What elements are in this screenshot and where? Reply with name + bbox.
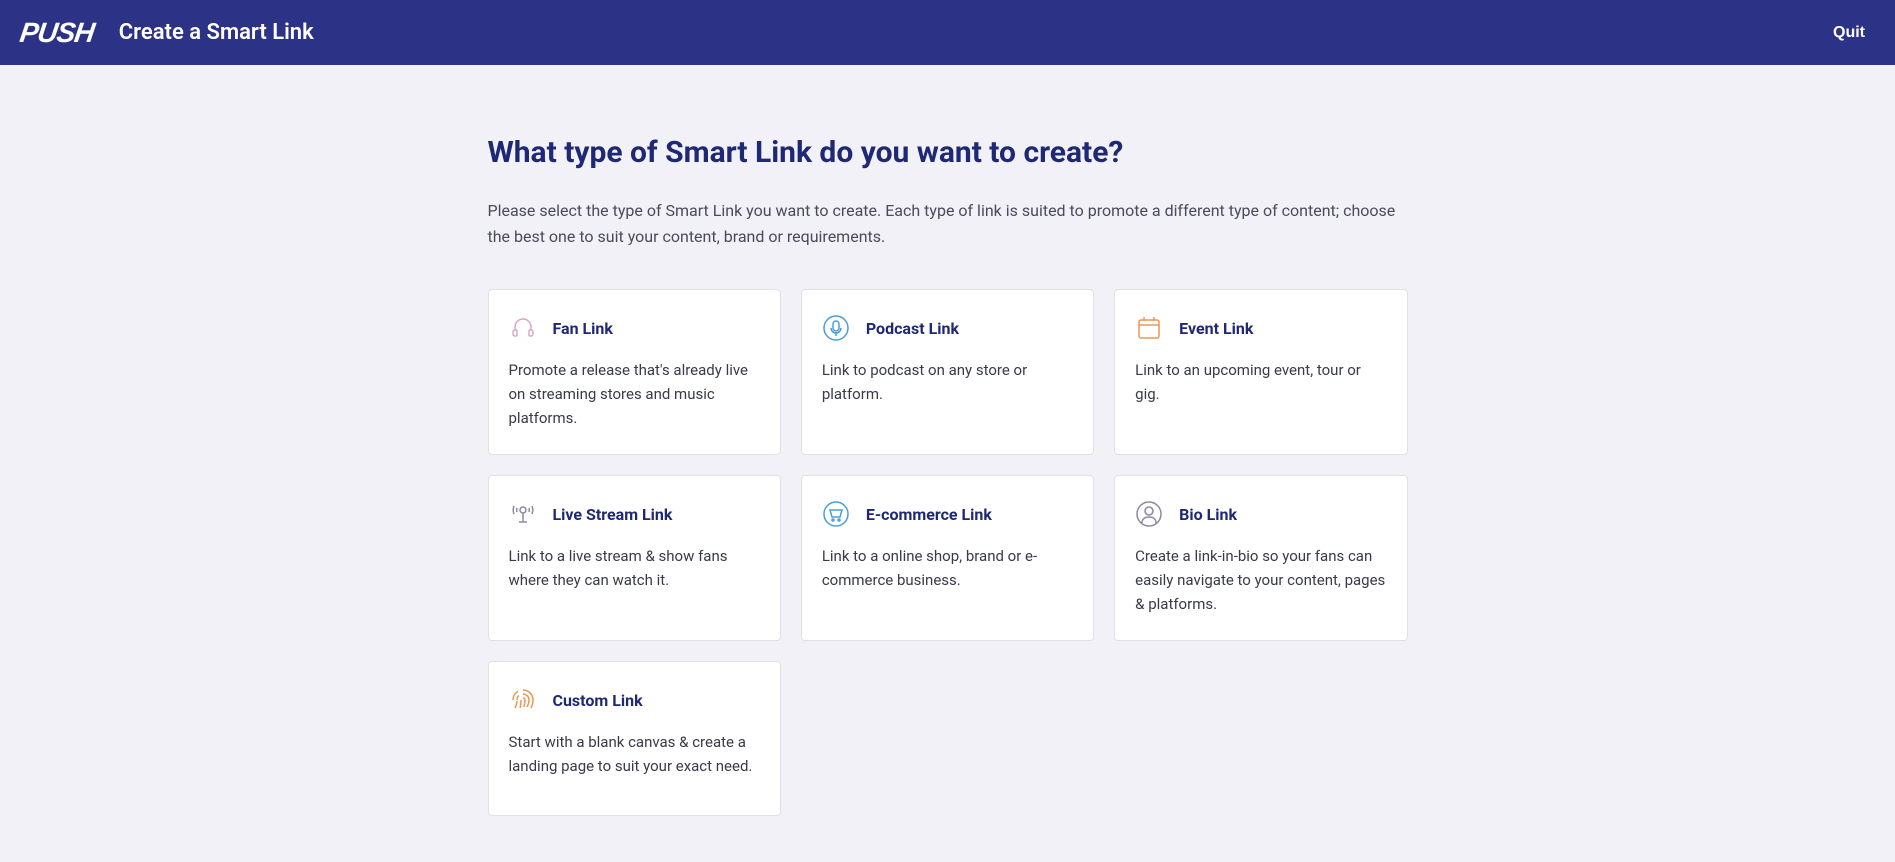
- calendar-icon: [1135, 314, 1163, 342]
- card-event-link[interactable]: Event Link Link to an upcoming event, to…: [1114, 289, 1407, 455]
- card-header: Fan Link: [509, 314, 760, 342]
- card-description: Link to an upcoming event, tour or gig.: [1135, 358, 1386, 406]
- person-icon: [1135, 500, 1163, 528]
- card-livestream-link[interactable]: Live Stream Link Link to a live stream &…: [488, 475, 781, 641]
- headphones-icon: [509, 314, 537, 342]
- cart-icon: [822, 500, 850, 528]
- card-title: Fan Link: [553, 319, 613, 338]
- microphone-icon: [822, 314, 850, 342]
- card-description: Create a link-in-bio so your fans can ea…: [1135, 544, 1386, 616]
- card-description: Link to podcast on any store or platform…: [822, 358, 1073, 406]
- app-header: PUSH Create a Smart Link Quit: [0, 0, 1895, 65]
- card-title: Event Link: [1179, 319, 1253, 338]
- card-title: Podcast Link: [866, 319, 959, 338]
- card-podcast-link[interactable]: Podcast Link Link to podcast on any stor…: [801, 289, 1094, 455]
- card-description: Link to a live stream & show fans where …: [509, 544, 760, 592]
- card-header: Custom Link: [509, 686, 760, 714]
- card-title: Custom Link: [553, 691, 643, 710]
- card-description: Link to a online shop, brand or e-commer…: [822, 544, 1073, 592]
- quit-button[interactable]: Quit: [1833, 24, 1875, 42]
- card-description: Promote a release that's already live on…: [509, 358, 760, 430]
- card-header: Podcast Link: [822, 314, 1073, 342]
- fingerprint-icon: [509, 686, 537, 714]
- broadcast-icon: [509, 500, 537, 528]
- main-content: What type of Smart Link do you want to c…: [468, 65, 1428, 856]
- page-description: Please select the type of Smart Link you…: [488, 198, 1408, 249]
- card-title: E-commerce Link: [866, 505, 992, 524]
- card-bio-link[interactable]: Bio Link Create a link-in-bio so your fa…: [1114, 475, 1407, 641]
- cards-grid: Fan Link Promote a release that's alread…: [488, 289, 1408, 816]
- card-fan-link[interactable]: Fan Link Promote a release that's alread…: [488, 289, 781, 455]
- card-title: Bio Link: [1179, 505, 1237, 524]
- card-header: Event Link: [1135, 314, 1386, 342]
- header-left: PUSH Create a Smart Link: [20, 17, 314, 49]
- page-title: Create a Smart Link: [119, 20, 314, 45]
- logo: PUSH: [18, 17, 96, 49]
- card-title: Live Stream Link: [553, 505, 673, 524]
- page-heading: What type of Smart Link do you want to c…: [488, 135, 1408, 170]
- card-ecommerce-link[interactable]: E-commerce Link Link to a online shop, b…: [801, 475, 1094, 641]
- card-header: Live Stream Link: [509, 500, 760, 528]
- card-header: Bio Link: [1135, 500, 1386, 528]
- card-header: E-commerce Link: [822, 500, 1073, 528]
- card-description: Start with a blank canvas & create a lan…: [509, 730, 760, 778]
- card-custom-link[interactable]: Custom Link Start with a blank canvas & …: [488, 661, 781, 816]
